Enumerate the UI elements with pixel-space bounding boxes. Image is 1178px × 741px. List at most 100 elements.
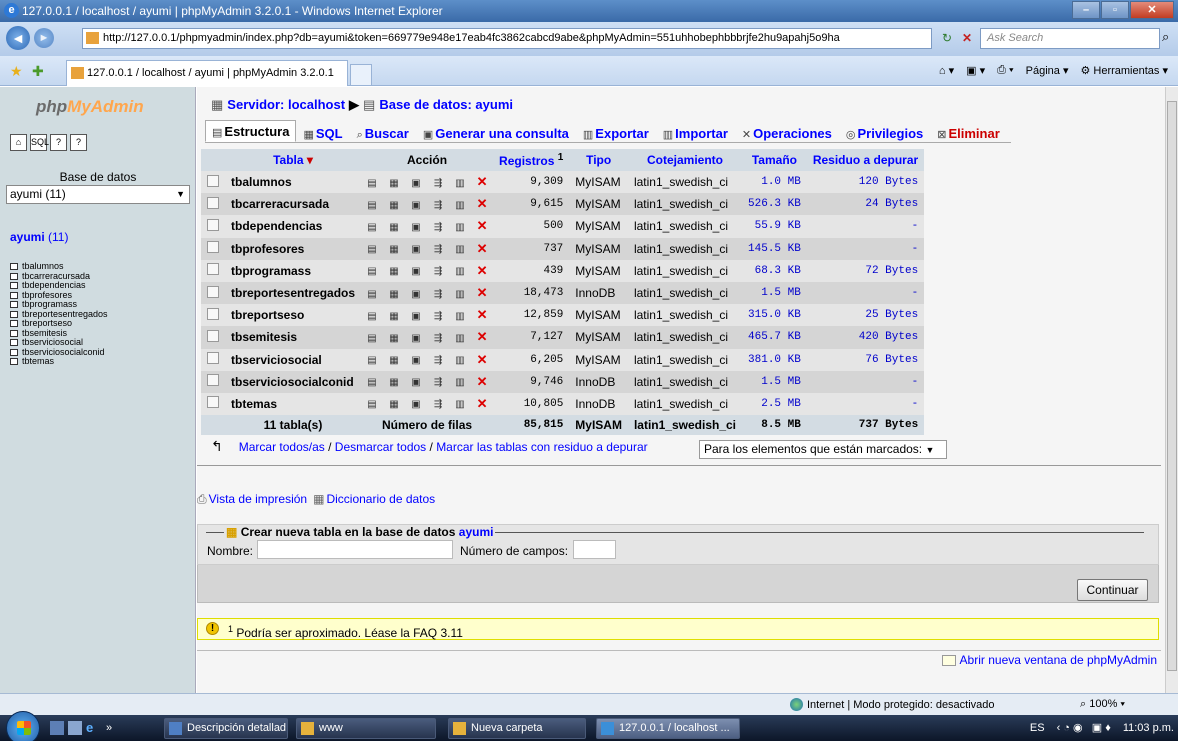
switch-windows-icon[interactable]	[68, 721, 82, 735]
empty-icon[interactable]: ▥	[454, 200, 466, 212]
structure-icon[interactable]: ▦	[388, 244, 400, 256]
tab-exportar[interactable]: ▥ Exportar	[576, 123, 656, 142]
page-menu[interactable]: Página ▾	[1026, 64, 1069, 77]
home-icon[interactable]: ⌂ ▾	[939, 64, 954, 77]
browse-icon[interactable]: ▤	[366, 311, 378, 323]
current-db-link[interactable]: ayumi (11)	[10, 230, 68, 244]
check-all-link[interactable]: Marcar todos/as	[239, 440, 325, 454]
tray-icons[interactable]: ‹ ◔ ◉ ▣ ♦	[1057, 721, 1111, 734]
insert-icon[interactable]: ⇶	[432, 289, 444, 301]
print-icon[interactable]: ⎙ ▾	[997, 64, 1013, 77]
browse-icon[interactable]: ▤	[366, 266, 378, 278]
empty-icon[interactable]: ▥	[454, 222, 466, 234]
tab-eliminar[interactable]: ⊠ Eliminar	[930, 123, 1007, 142]
tab-privilegios[interactable]: ◎ Privilegios	[839, 123, 930, 142]
stop-icon[interactable]: ✕	[958, 29, 976, 47]
show-desktop-icon[interactable]	[50, 721, 64, 735]
table-name[interactable]: tbserviciosocialconid	[225, 370, 362, 393]
left-table-item[interactable]: tbtemas	[10, 356, 108, 367]
tab-buscar[interactable]: ⌕ Buscar	[350, 123, 416, 142]
taskbar-task[interactable]: www	[296, 718, 436, 739]
drop-icon[interactable]: ✕	[476, 264, 488, 277]
size-cell[interactable]: 1.0 MB	[742, 171, 807, 194]
search-icon[interactable]: ▣	[410, 222, 422, 234]
security-zone[interactable]: Internet | Modo protegido: desactivado	[790, 698, 995, 711]
insert-icon[interactable]: ⇶	[432, 200, 444, 212]
tab-generar-una-consulta[interactable]: ▣ Generar una consulta	[416, 123, 576, 142]
empty-icon[interactable]: ▥	[454, 266, 466, 278]
row-checkbox[interactable]	[207, 218, 219, 231]
docs-icon[interactable]: ?	[50, 134, 67, 151]
table-name[interactable]: tbsemitesis	[225, 326, 362, 349]
browse-icon[interactable]: ▤	[366, 222, 378, 234]
row-checkbox[interactable]	[207, 241, 219, 254]
add-favorite-icon[interactable]: ✚	[32, 63, 44, 80]
size-cell[interactable]: 145.5 KB	[742, 237, 807, 260]
insert-icon[interactable]: ⇶	[432, 244, 444, 256]
refresh-icon[interactable]: ↻	[938, 29, 956, 47]
tab-estructura[interactable]: ▤ Estructura	[205, 120, 297, 142]
empty-icon[interactable]: ▥	[454, 289, 466, 301]
table-name[interactable]: tbtemas	[225, 392, 362, 416]
home-icon[interactable]: ⌂	[10, 134, 27, 151]
check-overhead-link[interactable]: Marcar las tablas con residuo a depurar	[436, 440, 647, 454]
insert-icon[interactable]: ⇶	[432, 333, 444, 345]
search-icon[interactable]: ⌕	[1162, 29, 1169, 45]
col-tamano[interactable]: Tamaño	[742, 149, 807, 171]
structure-icon[interactable]: ▦	[388, 222, 400, 234]
browse-icon[interactable]: ▤	[366, 377, 378, 389]
search-input[interactable]: Ask Search	[980, 28, 1160, 49]
drop-icon[interactable]: ✕	[476, 330, 488, 343]
tab-sql[interactable]: ▦ SQL	[296, 123, 349, 142]
empty-icon[interactable]: ▥	[454, 355, 466, 367]
phpmyadmin-logo[interactable]: phpMyAdmin	[36, 97, 144, 117]
table-name[interactable]: tbreportseso	[225, 304, 362, 327]
row-checkbox[interactable]	[207, 396, 219, 409]
size-cell[interactable]: 1.5 MB	[742, 370, 807, 393]
empty-icon[interactable]: ▥	[454, 333, 466, 345]
ie-quicklaunch-icon[interactable]: e	[86, 721, 100, 735]
empty-icon[interactable]: ▥	[454, 377, 466, 389]
structure-icon[interactable]: ▦	[388, 178, 400, 190]
table-name[interactable]: tbdependencias	[225, 215, 362, 238]
table-name[interactable]: tbalumnos	[225, 171, 362, 194]
row-checkbox[interactable]	[207, 352, 219, 365]
continue-button[interactable]: Continuar	[1077, 579, 1148, 601]
new-window-link[interactable]: Abrir nueva ventana de phpMyAdmin	[941, 653, 1157, 667]
structure-icon[interactable]: ▦	[388, 399, 400, 411]
table-name-input[interactable]	[257, 540, 453, 559]
back-button[interactable]: ◄	[6, 26, 30, 50]
browse-icon[interactable]: ▤	[366, 355, 378, 367]
zoom-control[interactable]: ⌕ 100% ▾	[1080, 698, 1125, 711]
structure-icon[interactable]: ▦	[388, 377, 400, 389]
print-view-link[interactable]: ⎙ Vista de impresión	[197, 492, 307, 507]
insert-icon[interactable]: ⇶	[432, 266, 444, 278]
language-indicator[interactable]: ES	[1030, 722, 1045, 734]
search-icon[interactable]: ▣	[410, 289, 422, 301]
sql-query-icon[interactable]: SQL	[30, 134, 49, 151]
search-icon[interactable]: ▣	[410, 311, 422, 323]
size-cell[interactable]: 315.0 KB	[742, 304, 807, 327]
with-selected-select[interactable]: Para los elementos que están marcados: ▼	[699, 440, 947, 459]
tab-importar[interactable]: ▥ Importar	[656, 123, 735, 142]
col-registros[interactable]: Registros 1	[493, 149, 570, 171]
insert-icon[interactable]: ⇶	[432, 377, 444, 389]
size-cell[interactable]: 1.5 MB	[742, 281, 807, 305]
browse-icon[interactable]: ▤	[366, 244, 378, 256]
breadcrumb-server[interactable]: Servidor: localhost	[227, 97, 345, 113]
sql-docs-icon[interactable]: ?	[70, 134, 87, 151]
row-checkbox[interactable]	[207, 307, 219, 320]
structure-icon[interactable]: ▦	[388, 311, 400, 323]
taskbar-task[interactable]: Descripción detallad...	[164, 718, 288, 739]
col-tipo[interactable]: Tipo	[569, 149, 628, 171]
col-cotejamiento[interactable]: Cotejamiento	[627, 149, 743, 171]
table-name[interactable]: tbreportesentregados	[225, 281, 362, 305]
empty-icon[interactable]: ▥	[454, 399, 466, 411]
size-cell[interactable]: 465.7 KB	[742, 326, 807, 349]
start-button[interactable]	[6, 711, 40, 741]
drop-icon[interactable]: ✕	[476, 308, 488, 321]
table-name[interactable]: tbprofesores	[225, 237, 362, 260]
taskbar-task[interactable]: 127.0.0.1 / localhost ...	[596, 718, 740, 739]
drop-icon[interactable]: ✕	[476, 375, 488, 388]
size-cell[interactable]: 381.0 KB	[742, 348, 807, 371]
